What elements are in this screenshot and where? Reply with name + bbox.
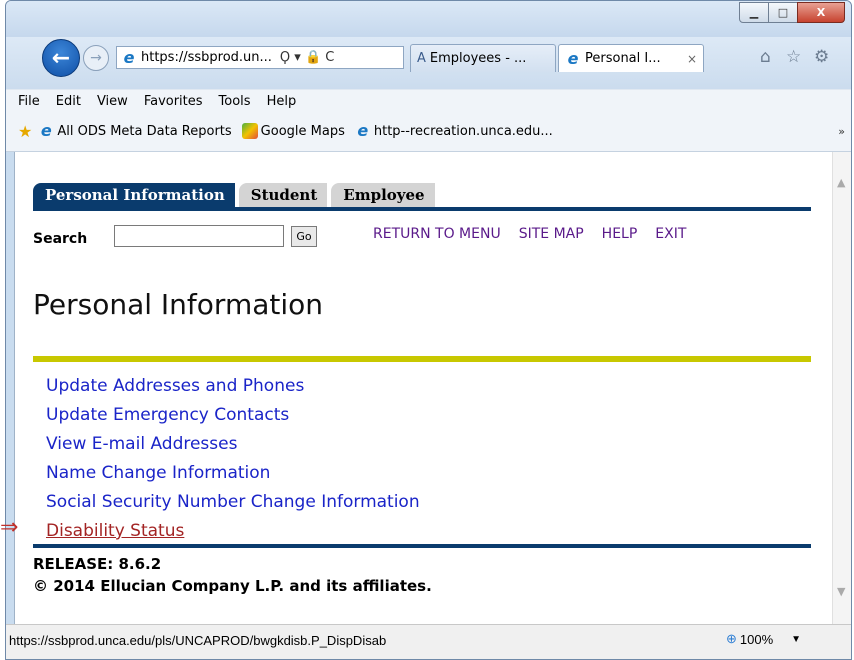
ie-page-icon: e (123, 47, 135, 67)
favorites-star-icon[interactable]: ☆ (786, 47, 801, 67)
search-input[interactable] (114, 225, 284, 247)
menu-favorites[interactable]: Favorites (144, 94, 203, 109)
update-emergency-contacts-link[interactable]: Update Emergency Contacts (46, 401, 420, 430)
menu-tools[interactable]: Tools (219, 94, 251, 109)
tab-underline (33, 207, 811, 211)
forward-button[interactable]: → (83, 45, 109, 71)
minimize-button[interactable]: ▁ (739, 2, 769, 23)
footer-divider (33, 544, 811, 548)
favorite-recreation[interactable]: e http--recreation.unca.edu... (355, 121, 553, 140)
exit-link[interactable]: EXIT (655, 226, 686, 242)
link-list: Update Addresses and Phones Update Emerg… (46, 372, 420, 546)
vertical-scrollbar[interactable]: ▲ ▼ (832, 152, 851, 624)
scroll-down-icon[interactable]: ▼ (837, 585, 845, 598)
name-change-information-link[interactable]: Name Change Information (46, 459, 420, 488)
home-icon[interactable]: ⌂ (760, 47, 771, 67)
gear-icon[interactable]: ⚙ (814, 47, 829, 67)
annotation-arrow-icon: ⇒ (0, 515, 19, 540)
acrobat-icon: A (417, 51, 426, 66)
ie-page-icon: e (567, 48, 579, 68)
zoom-control[interactable]: ⊕ 100% ▼ (726, 631, 801, 647)
menu-file[interactable]: File (18, 94, 40, 109)
page-tabs: Personal Information Student Employee (33, 183, 439, 207)
zoom-icon: ⊕ (726, 631, 737, 646)
return-to-menu-link[interactable]: RETURN TO MENU (373, 226, 501, 242)
disability-status-link[interactable]: Disability Status (46, 517, 420, 546)
address-url[interactable]: https://ssbprod.un... (141, 50, 272, 65)
navigation-bar: ← → e https://ssbprod.un... Ϙ ▾ 🔒 C A Em… (6, 37, 851, 89)
site-map-link[interactable]: SITE MAP (519, 226, 584, 242)
favorites-overflow-chevron-icon[interactable]: » (838, 125, 845, 138)
favorite-label: http--recreation.unca.edu... (373, 123, 553, 139)
tab-personal-info-page[interactable]: Personal Information (33, 183, 235, 207)
google-maps-icon (241, 123, 258, 139)
maximize-button[interactable]: □ (768, 2, 798, 23)
window-controls: ▁ □ X (739, 2, 845, 23)
status-bar: https://ssbprod.unca.edu/pls/UNCAPROD/bw… (6, 624, 851, 659)
favorites-bar: ★ e All ODS Meta Data Reports Google Map… (6, 111, 851, 152)
zoom-level: 100% (739, 631, 774, 647)
menu-help[interactable]: Help (267, 94, 297, 109)
tab-close-icon[interactable]: × (687, 52, 697, 66)
release-info: RELEASE: 8.6.2 © 2014 Ellucian Company L… (33, 553, 432, 597)
close-button[interactable]: X (797, 2, 845, 23)
back-button[interactable]: ← (42, 39, 80, 77)
view-email-addresses-link[interactable]: View E-mail Addresses (46, 430, 420, 459)
menu-bar: File Edit View Favorites Tools Help (6, 89, 851, 112)
menu-view[interactable]: View (97, 94, 128, 109)
status-url: https://ssbprod.unca.edu/pls/UNCAPROD/bw… (9, 633, 387, 648)
browser-window: ▁ □ X ← → e https://ssbprod.un... Ϙ ▾ 🔒 … (5, 0, 852, 660)
menu-edit[interactable]: Edit (56, 94, 81, 109)
yellow-divider (33, 356, 811, 362)
web-page-content: Personal Information Student Employee Se… (14, 152, 833, 624)
top-links: RETURN TO MENU SITE MAP HELP EXIT (373, 226, 704, 242)
search-label: Search (33, 231, 88, 247)
address-tools[interactable]: Ϙ ▾ 🔒 C (280, 50, 334, 65)
address-bar[interactable]: e https://ssbprod.un... Ϙ ▾ 🔒 C (116, 46, 404, 69)
scroll-up-icon[interactable]: ▲ (837, 176, 845, 189)
release-version: RELEASE: 8.6.2 (33, 555, 162, 573)
tab-label: Personal I... (585, 51, 661, 66)
tab-student[interactable]: Student (238, 183, 328, 207)
favorite-label: Google Maps (260, 123, 345, 139)
favorite-ods-meta-data[interactable]: e All ODS Meta Data Reports (38, 121, 232, 140)
copyright-text: © 2014 Ellucian Company L.P. and its aff… (33, 577, 432, 595)
add-favorite-star-icon[interactable]: ★ (18, 122, 32, 141)
back-arrow-icon: ← (51, 45, 71, 71)
forward-arrow-icon: → (90, 50, 102, 66)
favorite-google-maps[interactable]: Google Maps (241, 123, 345, 139)
title-bar: ▁ □ X (6, 1, 851, 41)
tab-label: Employees - ... (429, 51, 527, 66)
ssn-change-information-link[interactable]: Social Security Number Change Informatio… (46, 488, 420, 517)
tab-employee[interactable]: Employee (331, 183, 435, 207)
tab-personal-information[interactable]: e Personal I... × (558, 44, 704, 72)
help-link[interactable]: HELP (602, 226, 638, 242)
tab-employees[interactable]: A Employees - ... (410, 44, 556, 72)
page-title: Personal Information (33, 288, 324, 321)
favorite-label: All ODS Meta Data Reports (57, 123, 232, 139)
ie-page-icon: e (357, 121, 369, 140)
update-addresses-link[interactable]: Update Addresses and Phones (46, 372, 420, 401)
ie-page-icon: e (40, 121, 52, 140)
go-button[interactable]: Go (291, 226, 317, 247)
zoom-dropdown-icon[interactable]: ▼ (791, 634, 801, 645)
